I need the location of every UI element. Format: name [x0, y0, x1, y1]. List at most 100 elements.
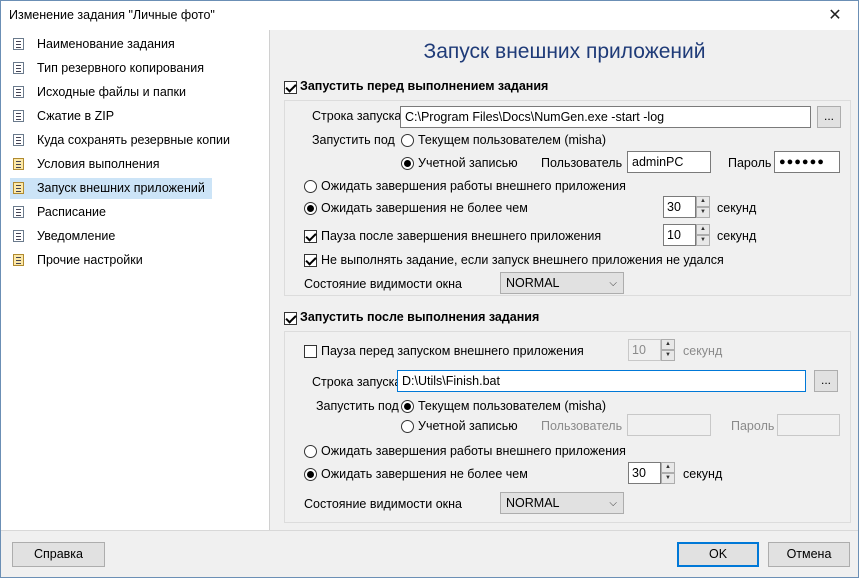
page-icon: [13, 206, 24, 218]
visibility-select[interactable]: NORMAL ⌵: [500, 492, 624, 514]
page-icon: [13, 254, 24, 266]
pause-after-checkbox[interactable]: [304, 230, 317, 243]
close-button[interactable]: ✕: [812, 1, 858, 30]
page-icon: [13, 110, 24, 122]
page-icon: [13, 182, 24, 194]
account-label: Учетной записью: [418, 156, 518, 170]
stepper-up-icon[interactable]: ▲: [696, 224, 710, 235]
seconds-label: секунд: [683, 344, 723, 358]
page-icon: [13, 86, 24, 98]
stepper-down-icon[interactable]: ▼: [696, 207, 710, 218]
cmd-label: Строка запуска: [312, 375, 402, 389]
stepper-up-icon[interactable]: ▲: [661, 339, 675, 350]
wait-finish-radio[interactable]: [304, 445, 317, 458]
visibility-value: NORMAL: [506, 496, 560, 510]
page-icon: [13, 158, 24, 170]
visibility-label: Состояние видимости окна: [304, 497, 462, 511]
visibility-select[interactable]: NORMAL ⌵: [500, 272, 624, 294]
sidebar-item-schedule[interactable]: Расписание: [10, 202, 212, 223]
pause-before-label: Пауза перед запуском внешнего приложения: [321, 344, 584, 358]
account-label: Учетной записью: [418, 419, 518, 433]
chevron-down-icon: ⌵: [609, 278, 617, 289]
ok-button[interactable]: OK: [677, 542, 759, 567]
visibility-value: NORMAL: [506, 276, 560, 290]
sidebar-item-conditions[interactable]: Условия выполнения: [10, 154, 212, 175]
no-run-on-fail-label: Не выполнять задание, если запуск внешне…: [321, 253, 724, 267]
sidebar-item-label: Запуск внешних приложений: [37, 181, 205, 195]
run-before-label: Запустить перед выполнением задания: [300, 79, 549, 93]
seconds-label: секунд: [717, 229, 757, 243]
sidebar-item-backup-type[interactable]: Тип резервного копирования: [10, 58, 212, 79]
help-button[interactable]: Справка: [12, 542, 105, 567]
user-label: Пользователь: [541, 419, 623, 433]
sidebar-item-label: Тип резервного копирования: [37, 61, 204, 75]
page-icon: [13, 134, 24, 146]
cmd-input[interactable]: C:\Program Files\Docs\NumGen.exe -start …: [400, 106, 811, 128]
run-before-checkbox[interactable]: [284, 81, 297, 94]
current-user-label: Текущем пользователем (misha): [418, 133, 606, 147]
wait-limit-radio[interactable]: [304, 202, 317, 215]
current-user-radio[interactable]: [401, 400, 414, 413]
password-label: Пароль: [728, 156, 772, 170]
sidebar-item-label: Расписание: [37, 205, 106, 219]
title-bar: Изменение задания "Личные фото" ✕: [1, 1, 858, 30]
no-run-on-fail-checkbox[interactable]: [304, 254, 317, 267]
wait-finish-label: Ожидать завершения работы внешнего прило…: [321, 179, 626, 193]
stepper-down-icon[interactable]: ▼: [696, 235, 710, 246]
sidebar-item-zip[interactable]: Сжатие в ZIP: [10, 106, 212, 127]
user-label: Пользователь: [541, 156, 623, 170]
seconds-label: секунд: [683, 467, 723, 481]
wait-seconds-value[interactable]: 30: [628, 462, 661, 484]
password-label: Пароль: [731, 419, 775, 433]
browse-button[interactable]: ...: [814, 370, 838, 392]
chevron-down-icon: ⌵: [609, 498, 617, 509]
main-panel: Запуск внешних приложений Запустить пере…: [271, 30, 858, 530]
cmd-label: Строка запуска: [312, 109, 402, 123]
sidebar-item-label: Условия выполнения: [37, 157, 160, 171]
wait-limit-label: Ожидать завершения не более чем: [321, 201, 528, 215]
run-after-checkbox[interactable]: [284, 312, 297, 325]
password-input[interactable]: [777, 414, 840, 436]
run-after-label: Запустить после выполнения задания: [300, 310, 540, 324]
page-icon: [13, 62, 24, 74]
sidebar-item-label: Куда сохранять резервные копии: [37, 133, 230, 147]
sidebar-item-other[interactable]: Прочие настройки: [10, 250, 212, 271]
browse-button[interactable]: ...: [817, 106, 841, 128]
sidebar-item-destination[interactable]: Куда сохранять резервные копии: [10, 130, 230, 151]
cancel-button[interactable]: Отмена: [768, 542, 850, 567]
sidebar-item-task-name[interactable]: Наименование задания: [10, 34, 212, 55]
sidebar-item-external-apps[interactable]: Запуск внешних приложений: [10, 178, 212, 199]
pause-after-label: Пауза после завершения внешнего приложен…: [321, 229, 602, 243]
run-as-label: Запустить под: [316, 399, 399, 413]
user-input[interactable]: [627, 414, 711, 436]
current-user-radio[interactable]: [401, 134, 414, 147]
user-input[interactable]: adminPC: [627, 151, 711, 173]
visibility-label: Состояние видимости окна: [304, 277, 462, 291]
sidebar-item-source-files[interactable]: Исходные файлы и папки: [10, 82, 212, 103]
sidebar-item-label: Наименование задания: [37, 37, 175, 51]
stepper-down-icon[interactable]: ▼: [661, 350, 675, 361]
password-input[interactable]: ●●●●●●: [774, 151, 840, 173]
pause-seconds-value[interactable]: 10: [663, 224, 696, 246]
account-radio[interactable]: [401, 157, 414, 170]
wait-finish-radio[interactable]: [304, 180, 317, 193]
stepper-up-icon[interactable]: ▲: [696, 196, 710, 207]
current-user-label: Текущем пользователем (misha): [418, 399, 606, 413]
cmd-input[interactable]: D:\Utils\Finish.bat: [397, 370, 806, 392]
stepper-up-icon[interactable]: ▲: [661, 462, 675, 473]
wait-seconds-value[interactable]: 30: [663, 196, 696, 218]
pause-before-value[interactable]: 10: [628, 339, 661, 361]
stepper-down-icon[interactable]: ▼: [661, 473, 675, 484]
sidebar-item-notification[interactable]: Уведомление: [10, 226, 212, 247]
wait-limit-radio[interactable]: [304, 468, 317, 481]
run-before-group: Строка запуска C:\Program Files\Docs\Num…: [284, 100, 851, 296]
window-title: Изменение задания "Личные фото": [9, 8, 215, 22]
sidebar-item-label: Прочие настройки: [37, 253, 143, 267]
sidebar-item-label: Уведомление: [37, 229, 116, 243]
sidebar-item-label: Исходные файлы и папки: [37, 85, 186, 99]
page-icon: [13, 230, 24, 242]
account-radio[interactable]: [401, 420, 414, 433]
pause-before-checkbox[interactable]: [304, 345, 317, 358]
footer-divider: [1, 530, 858, 531]
page-icon: [13, 38, 24, 50]
